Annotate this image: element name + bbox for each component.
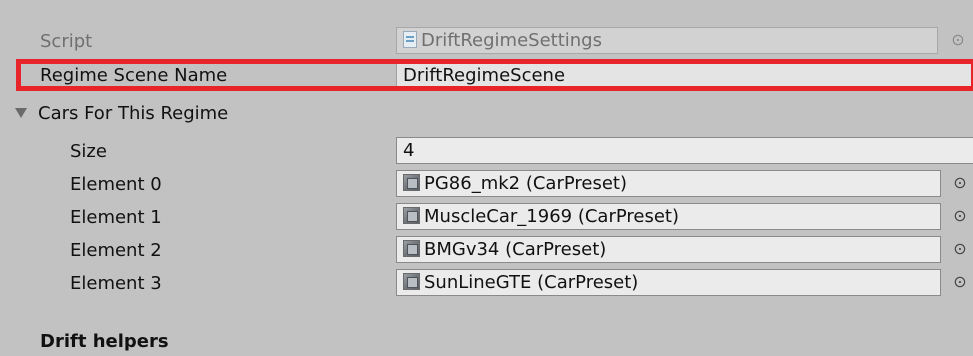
array-element-row: Element 0 PG86_mk2 (CarPreset) ⊙ bbox=[0, 170, 973, 200]
script-value: DriftRegimeSettings bbox=[421, 30, 602, 51]
script-object-picker-icon[interactable]: ⊙ bbox=[949, 29, 967, 51]
object-picker-icon[interactable]: ⊙ bbox=[951, 271, 969, 293]
element-object-field[interactable]: PG86_mk2 (CarPreset) bbox=[396, 170, 941, 197]
script-field[interactable]: DriftRegimeSettings bbox=[396, 27, 938, 54]
array-element-row: Element 2 BMGv34 (CarPreset) ⊙ bbox=[0, 236, 973, 266]
regime-scene-name-input[interactable]: DriftRegimeScene bbox=[396, 63, 973, 89]
car-preset-asset-icon bbox=[403, 174, 420, 191]
script-file-icon bbox=[403, 31, 417, 48]
object-picker-icon[interactable]: ⊙ bbox=[951, 172, 969, 194]
array-size-input[interactable]: 4 bbox=[396, 137, 973, 164]
element-label: Element 0 bbox=[70, 174, 162, 195]
array-element-row: Element 3 SunLineGTE (CarPreset) ⊙ bbox=[0, 269, 973, 299]
car-preset-asset-icon bbox=[403, 273, 420, 290]
regime-scene-name-label: Regime Scene Name bbox=[40, 65, 228, 86]
element-object-field[interactable]: SunLineGTE (CarPreset) bbox=[396, 269, 941, 296]
car-preset-asset-icon bbox=[403, 240, 420, 257]
element-label: Element 3 bbox=[70, 273, 162, 294]
object-picker-icon[interactable]: ⊙ bbox=[951, 238, 969, 260]
element-object-field[interactable]: MuscleCar_1969 (CarPreset) bbox=[396, 203, 941, 230]
element-object-field[interactable]: BMGv34 (CarPreset) bbox=[396, 236, 941, 263]
foldout-arrow-down-icon[interactable] bbox=[15, 108, 27, 118]
script-row: Script DriftRegimeSettings ⊙ bbox=[0, 27, 973, 57]
cars-for-this-regime-label[interactable]: Cars For This Regime bbox=[38, 102, 228, 126]
script-label: Script bbox=[40, 31, 93, 52]
regime-scene-name-row: Regime Scene Name DriftRegimeScene bbox=[0, 63, 973, 93]
element-label: Element 2 bbox=[70, 240, 162, 261]
element-value: SunLineGTE (CarPreset) bbox=[424, 272, 639, 293]
element-value: BMGv34 (CarPreset) bbox=[424, 239, 607, 260]
element-value: PG86_mk2 (CarPreset) bbox=[424, 173, 628, 194]
array-size-row: Size 4 bbox=[0, 137, 973, 167]
car-preset-asset-icon bbox=[403, 207, 420, 224]
array-size-label: Size bbox=[70, 141, 107, 162]
cars-for-this-regime-foldout[interactable]: Cars For This Regime bbox=[0, 100, 973, 130]
array-element-row: Element 1 MuscleCar_1969 (CarPreset) ⊙ bbox=[0, 203, 973, 233]
element-label: Element 1 bbox=[70, 207, 162, 228]
element-value: MuscleCar_1969 (CarPreset) bbox=[424, 206, 679, 227]
drift-helpers-header: Drift helpers bbox=[40, 331, 169, 352]
object-picker-icon[interactable]: ⊙ bbox=[951, 205, 969, 227]
inspector-panel: Script DriftRegimeSettings ⊙ Regime Scen… bbox=[0, 0, 973, 356]
